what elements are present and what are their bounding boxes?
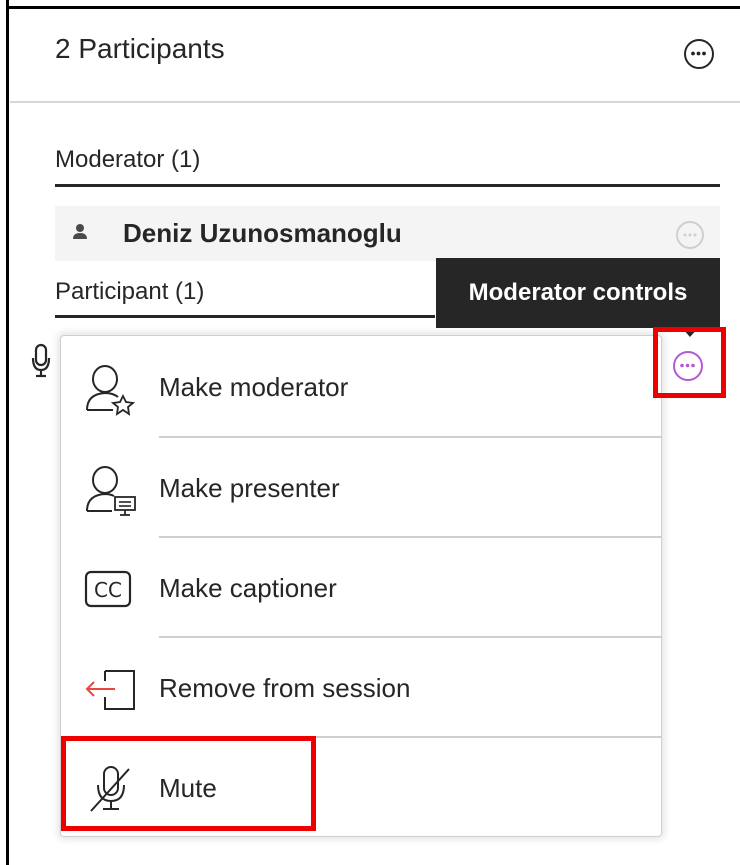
cc-text: CC [94,578,122,602]
panel-left-border [6,0,9,865]
closed-caption-icon: CC [84,570,132,608]
mic-muted-icon [90,766,130,812]
header-divider [10,101,740,103]
menu-item-mute[interactable]: Mute [61,737,661,837]
participant-section-title: Participant (1) [55,278,205,305]
participant-section-rule [55,315,435,318]
menu-item-label: Make captioner [159,573,337,603]
menu-item-label: Remove from session [159,673,411,703]
moderator-more-options-button[interactable] [676,221,704,249]
remove-exit-icon [85,670,135,710]
moderator-section-title: Moderator (1) [55,146,201,173]
person-icon [73,224,87,239]
microphone-icon [31,343,51,378]
moderator-section-rule [55,184,720,187]
participants-panel: 2 Participants Moderator (1) Deniz Uzuno… [0,0,740,865]
user-presenter-icon [86,466,136,516]
menu-item-label: Make moderator [159,372,349,402]
panel-top-border [6,6,740,9]
menu-item-make-captioner[interactable]: CC Make captioner [61,537,661,637]
menu-item-remove-from-session[interactable]: Remove from session [61,637,661,737]
tooltip-arrow [682,328,698,337]
panel-more-options-button[interactable] [684,39,714,69]
more-options-icon [691,51,706,56]
moderator-controls-menu: Make moderator Make presenter CC Make ca… [61,336,661,836]
user-star-icon [86,365,136,416]
ctrl-circle [673,351,703,381]
more-options-icon [683,233,697,237]
menu-item-label: Mute [159,773,217,803]
menu-item-label: Make presenter [159,473,340,503]
panel-title: 2 Participants [55,33,225,64]
menu-item-make-moderator[interactable]: Make moderator [61,336,661,436]
moderator-name: Deniz Uzunosmanoglu [123,218,402,248]
menu-item-make-presenter[interactable]: Make presenter [61,437,661,537]
moderator-controls-button[interactable] [666,344,710,388]
moderator-controls-tooltip: Moderator controls [436,258,720,328]
more-options-icon [680,363,695,368]
